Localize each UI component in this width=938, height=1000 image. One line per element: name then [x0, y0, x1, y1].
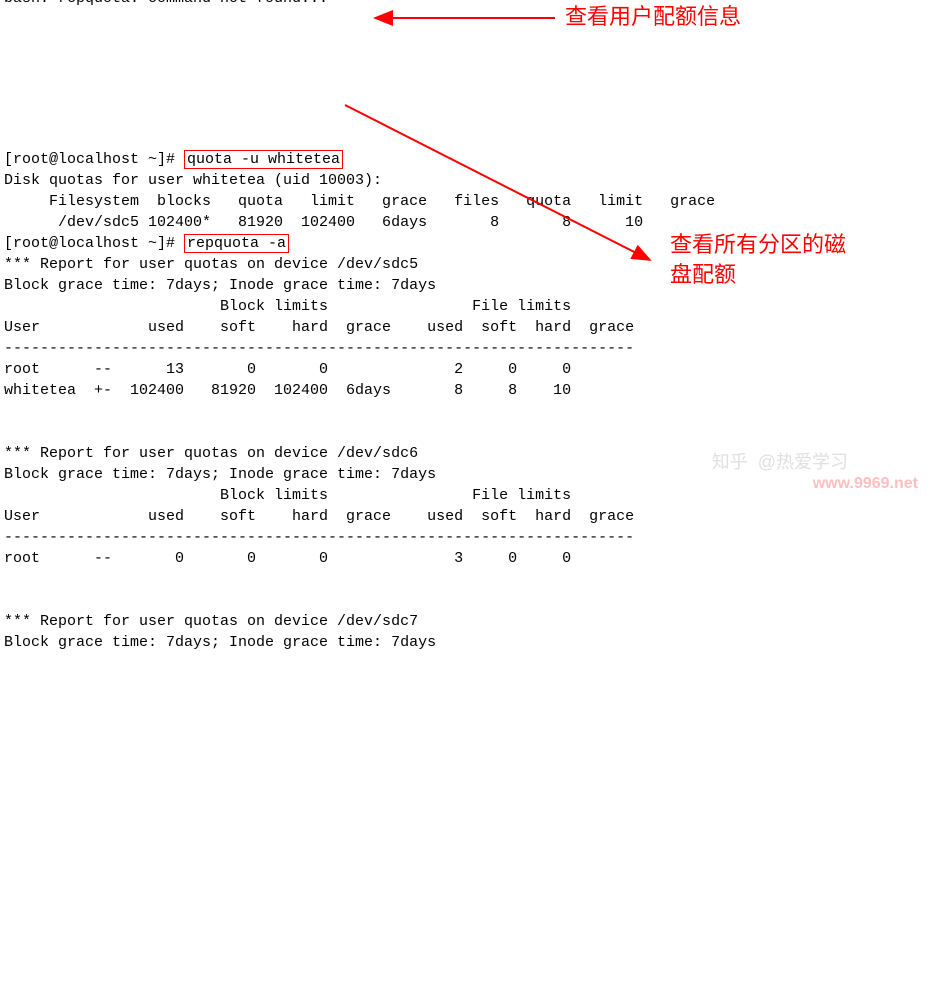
command-quota: quota -u whitetea — [184, 150, 343, 169]
prompt-1: [root@localhost ~]# — [4, 151, 184, 168]
report-header-sdc5: *** Report for user quotas on device /de… — [4, 256, 418, 273]
divider-sdc5: ----------------------------------------… — [4, 340, 634, 357]
annotation-user-quota: 查看用户配额信息 — [565, 2, 741, 33]
row-root-sdc5: root -- 13 0 0 2 0 0 — [4, 361, 634, 378]
command-repquota: repquota -a — [184, 234, 289, 253]
arrow-1 — [370, 8, 560, 28]
quota-row-sdc5: /dev/sdc5 102400* 81920 102400 6days 8 8… — [4, 214, 715, 231]
report-header-sdc6: *** Report for user quotas on device /de… — [4, 445, 418, 462]
quota-header: Disk quotas for user whitetea (uid 10003… — [4, 172, 382, 189]
grace-time-sdc7: Block grace time: 7days; Inode grace tim… — [4, 634, 436, 651]
report-header-sdc7: *** Report for user quotas on device /de… — [4, 613, 418, 630]
annotation-all-partitions-2: 盘配额 — [670, 260, 736, 291]
prompt-2: [root@localhost ~]# — [4, 235, 184, 252]
watermark-site: www.9969.net — [813, 473, 918, 495]
annotation-all-partitions-1: 查看所有分区的磁 — [670, 230, 846, 261]
grace-time-sdc5: Block grace time: 7days; Inode grace tim… — [4, 277, 436, 294]
divider-sdc6: ----------------------------------------… — [4, 529, 634, 546]
row-root-sdc6: root -- 0 0 0 3 0 0 — [4, 550, 634, 567]
watermark-zhihu: 知乎 @热爱学习 — [712, 450, 848, 475]
user-columns-sdc6: User used soft hard grace used soft hard… — [4, 508, 634, 525]
cutoff-text: bash: repquota: command not found... — [4, 0, 328, 9]
terminal-output: [root@localhost ~]# quota -u whitetea Di… — [0, 126, 938, 655]
quota-columns: Filesystem blocks quota limit grace file… — [4, 193, 715, 210]
user-columns-sdc5: User used soft hard grace used soft hard… — [4, 319, 634, 336]
grace-time-sdc6: Block grace time: 7days; Inode grace tim… — [4, 466, 436, 483]
row-whitetea-sdc5: whitetea +- 102400 81920 102400 6days 8 … — [4, 382, 634, 399]
limits-header-sdc5: Block limits File limits — [4, 298, 571, 315]
limits-header-sdc6: Block limits File limits — [4, 487, 571, 504]
